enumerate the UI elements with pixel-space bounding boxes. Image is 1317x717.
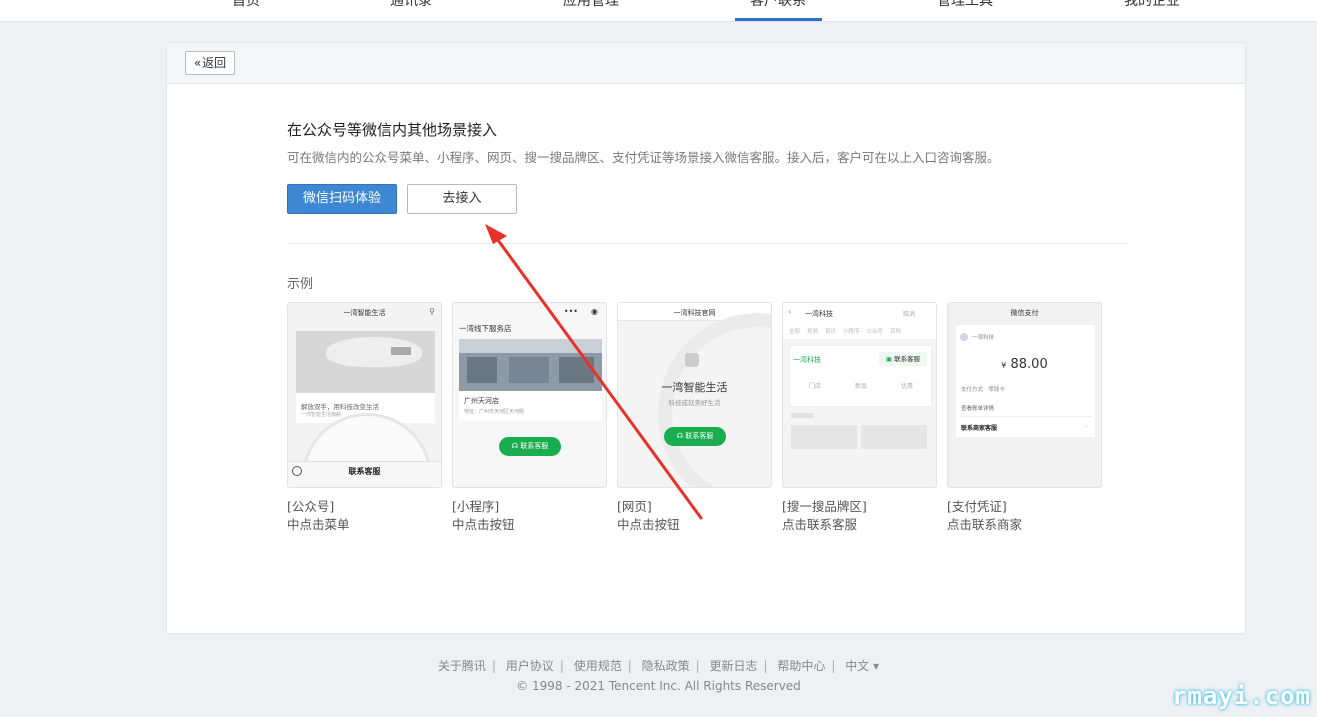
scan-experience-button[interactable]: 微信扫码体验 — [287, 184, 397, 214]
amount-value: 88.00 — [1010, 357, 1048, 372]
example-caption-detail: 中点击按钮 — [617, 517, 680, 532]
example-web-page: 一湾科技官网 一湾智能生活 科技成就美好生活 ☊ 联系客服 [网页] 中点击按钮 — [617, 302, 772, 534]
footer-link-changelog[interactable]: 更新日志 — [709, 659, 757, 673]
mock-contact-button: ▣ 联系客服 — [879, 352, 927, 366]
chevron-right-icon: › — [1085, 423, 1088, 430]
example-caption: [支付凭证] — [947, 499, 1007, 514]
mock-cancel: 取消 — [903, 311, 916, 318]
mock-tab: 公众号 — [866, 329, 884, 335]
nav-item-my-company[interactable]: 我的企业 — [1124, 0, 1180, 22]
mock-title: 一湾线下服务店 — [459, 324, 512, 333]
mock-brand: 一湾科技 — [793, 356, 821, 364]
mock-tab: 全部 — [789, 329, 801, 335]
example-screenshot: 一湾智能生活 ⚲ 解放双手，用科技改变生活 一湾智能生活旗舰 联系客服 — [287, 302, 442, 488]
example-caption: [网页] — [617, 499, 652, 514]
mock-text: 解放双手，用科技改变生活 — [301, 403, 379, 411]
headset-icon: ▣ — [885, 355, 895, 363]
footer-link-help[interactable]: 帮助中心 — [777, 659, 825, 673]
watermark-logo: rmayi.com — [1171, 682, 1311, 710]
mock-tab: 视频 — [807, 329, 819, 335]
headset-icon: ☊ — [511, 442, 521, 450]
main-card: «返回 在公众号等微信内其他场景接入 可在微信内的公众号菜单、小程序、网页、搜一… — [166, 42, 1246, 634]
user-icon: ⚲ — [429, 307, 435, 316]
mock-contact-merchant: 联系商家客服 — [961, 425, 998, 432]
example-screenshot: ••• ◉ 一湾线下服务店 广州天河店 地址：广州市天河区天河街 ☊ 联系客服 — [452, 302, 607, 488]
example-screenshot: 一湾科技官网 一湾智能生活 科技成就美好生活 ☊ 联系客服 — [617, 302, 772, 488]
example-caption: [搜一搜品牌区] — [782, 499, 867, 514]
target-icon: ◉ — [591, 307, 598, 316]
nav-item-tools[interactable]: 管理工具 — [937, 0, 993, 22]
mock-contact-button: ☊ 联系客服 — [664, 427, 726, 446]
back-chevron-icon: ‹ — [788, 307, 792, 316]
mock-icon-label: 新品 — [855, 383, 868, 390]
currency-symbol: ¥ — [1001, 361, 1007, 370]
example-screenshot: 微信支付 一湾科技 ¥ 88.00 支付方式 零钱卡 查看账单详情 联系商家客服… — [947, 302, 1102, 488]
logo-icon — [685, 353, 699, 367]
method-value: 零钱卡 — [988, 387, 1005, 393]
mock-title: 微信支付 — [1010, 309, 1039, 317]
example-caption-detail: 点击联系客服 — [782, 517, 858, 532]
mock-contact-label: 联系客服 — [894, 355, 921, 363]
example-screenshot: ‹ 一湾科技 取消 全部 视频 资讯 小程序 公众号 百科 一湾科技 ▣ 联系客… — [782, 302, 937, 488]
footer-links: 关于腾讯 | 用户协议 | 使用规范 | 隐私政策 | 更新日志 | 帮助中心 | 中文 ▾ — [437, 659, 880, 673]
mock-title: 一湾智能生活 — [343, 309, 386, 317]
method-label: 支付方式 — [961, 387, 984, 393]
examples-heading: 示例 — [287, 277, 314, 292]
mock-tabs: 全部 视频 资讯 小程序 公众号 百科 — [789, 327, 901, 335]
nav-item-contacts[interactable]: 通讯录 — [390, 0, 432, 22]
mock-subtext: 一湾智能生活旗舰 — [301, 412, 342, 418]
mock-title: 一湾科技 — [805, 310, 833, 318]
page-description: 可在微信内的公众号菜单、小程序、网页、搜一搜品牌区、支付凭证等场景接入微信客服。… — [287, 150, 1000, 165]
mock-method: 支付方式 零钱卡 — [961, 385, 1005, 393]
footer-link-rules[interactable]: 使用规范 — [574, 659, 622, 673]
example-caption-detail: 中点击按钮 — [452, 517, 515, 532]
back-label: 返回 — [202, 56, 227, 70]
example-caption-detail: 中点击菜单 — [287, 517, 350, 532]
back-button[interactable]: «返回 — [185, 51, 235, 75]
more-icon: ••• — [563, 307, 578, 316]
footer-link-about[interactable]: 关于腾讯 — [438, 659, 486, 673]
headset-icon: ☊ — [676, 432, 686, 440]
nav-active-indicator — [735, 18, 822, 21]
example-caption-detail: 点击联系商家 — [947, 517, 1023, 532]
mock-tab: 百科 — [890, 329, 902, 335]
divider — [287, 243, 1127, 244]
example-official-account: 一湾智能生活 ⚲ 解放双手，用科技改变生活 一湾智能生活旗舰 联系客服 [公众号… — [287, 302, 442, 534]
mock-amount: ¥ 88.00 — [948, 357, 1101, 372]
mock-contact-button: ☊ 联系客服 — [499, 437, 561, 456]
merchant-avatar — [960, 333, 968, 341]
mock-tab: 小程序 — [843, 329, 860, 335]
product-image — [296, 331, 435, 393]
mock-detail: 查看账单详情 — [961, 406, 995, 412]
nav-item-home[interactable]: 首页 — [232, 0, 260, 22]
store-image — [459, 339, 602, 391]
example-caption: [小程序] — [452, 499, 500, 514]
mock-slogan: 科技成就美好生活 — [668, 399, 721, 407]
footer-link-privacy[interactable]: 隐私政策 — [642, 659, 690, 673]
example-payment-receipt: 微信支付 一湾科技 ¥ 88.00 支付方式 零钱卡 查看账单详情 联系商家客服… — [947, 302, 1102, 534]
example-mini-program: ••• ◉ 一湾线下服务店 广州天河店 地址：广州市天河区天河街 ☊ 联系客服 … — [452, 302, 607, 534]
go-connect-button[interactable]: 去接入 — [407, 184, 517, 214]
mock-icon-label: 门店 — [809, 383, 822, 390]
nav-item-apps[interactable]: 应用管理 — [563, 0, 619, 22]
mock-store-name: 广州天河店 — [464, 397, 499, 405]
language-selector[interactable]: 中文 ▾ — [845, 659, 879, 673]
mock-icon-label: 优惠 — [901, 383, 914, 390]
mock-contact-menu: 联系客服 — [348, 467, 381, 476]
mock-store-address: 地址：广州市天河区天河街 — [464, 409, 525, 415]
example-search-brand: ‹ 一湾科技 取消 全部 视频 资讯 小程序 公众号 百科 一湾科技 ▣ 联系客… — [782, 302, 937, 534]
mock-merchant: 一湾科技 — [972, 335, 995, 341]
footer-link-terms[interactable]: 用户协议 — [506, 659, 554, 673]
mock-contact-label: 联系客服 — [520, 442, 549, 450]
mock-contact-label: 联系客服 — [685, 432, 714, 440]
mock-tab: 资讯 — [825, 329, 837, 335]
mock-brand: 一湾智能生活 — [661, 381, 728, 394]
example-caption: [公众号] — [287, 499, 335, 514]
top-nav: 首页 通讯录 应用管理 客户联系 管理工具 我的企业 — [0, 0, 1317, 22]
card-header: «返回 — [167, 43, 1245, 84]
page-title: 在公众号等微信内其他场景接入 — [287, 121, 498, 139]
double-chevron-left-icon: « — [193, 56, 202, 70]
copyright: © 1998 - 2021 Tencent Inc. All Rights Re… — [516, 679, 801, 693]
